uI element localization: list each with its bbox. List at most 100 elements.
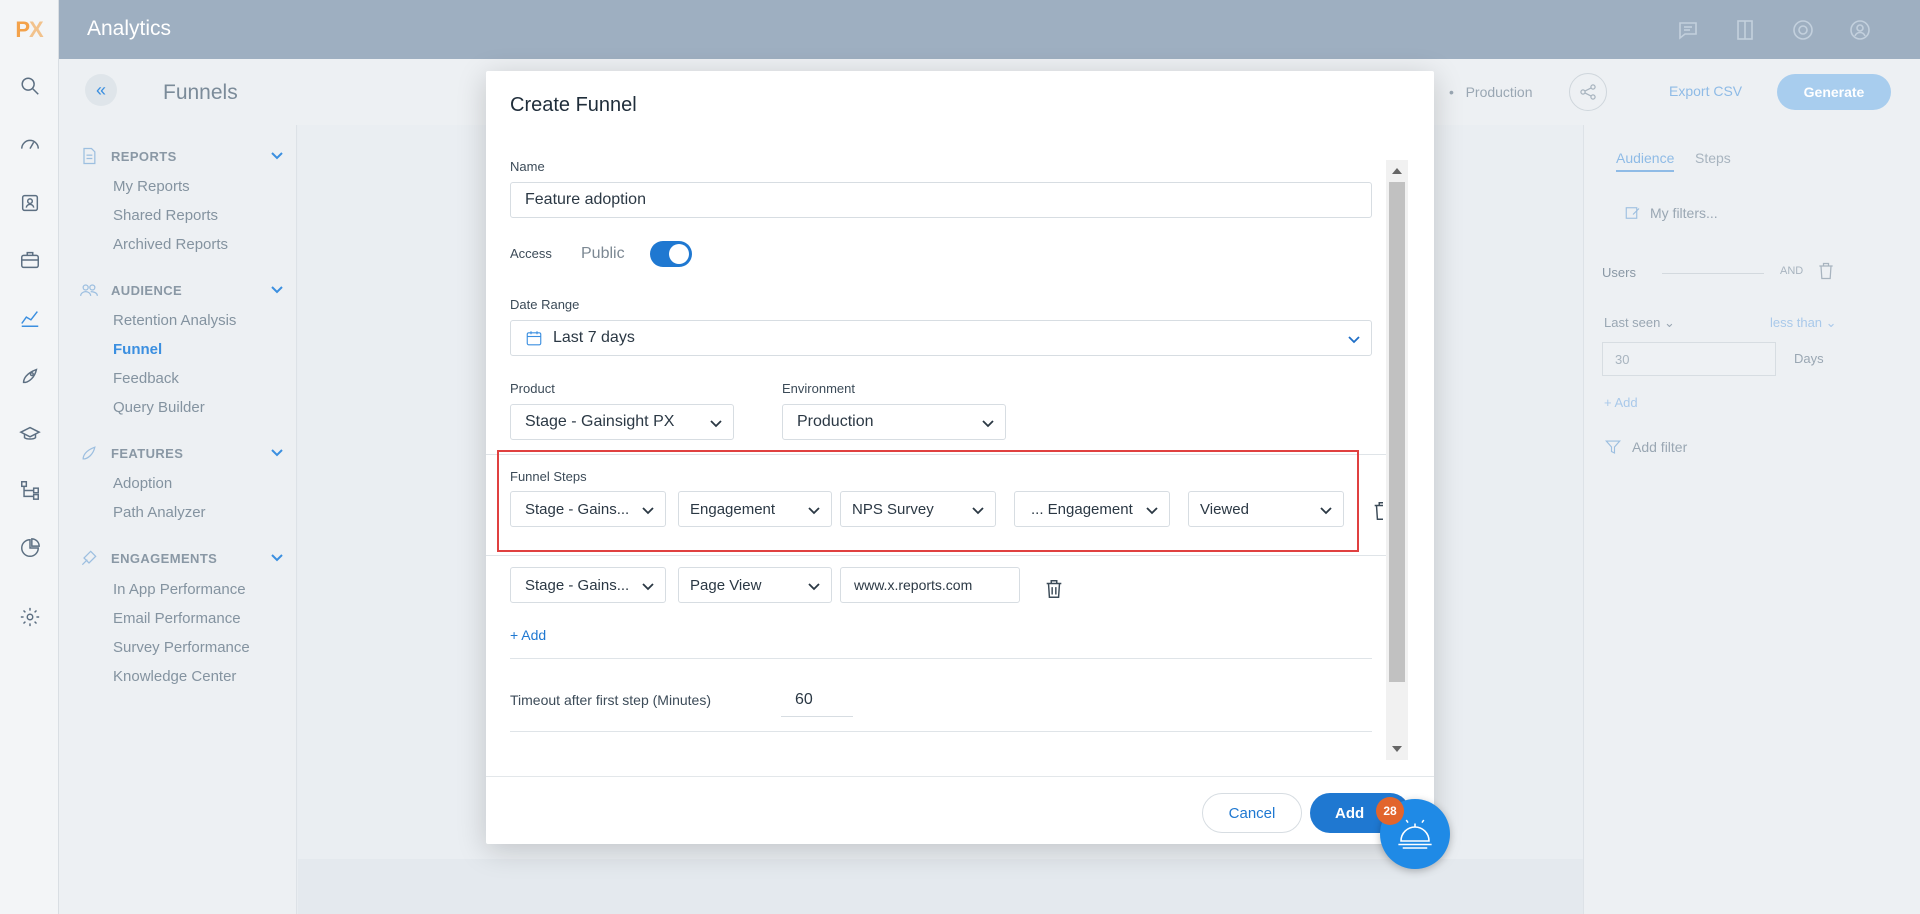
delete-step-icon[interactable] [1043, 577, 1067, 605]
my-filters-button[interactable]: My filters... [1624, 204, 1718, 222]
nav-item-adoption[interactable]: Adoption [113, 475, 172, 492]
step2-product-select[interactable]: Stage - Gains... [510, 567, 666, 603]
delete-step-icon[interactable] [1371, 499, 1383, 527]
top-header: Analytics [59, 0, 1920, 59]
page-title: Funnels [163, 81, 238, 104]
funnel-steps-label: Funnel Steps [510, 469, 587, 484]
trash-icon[interactable] [1816, 261, 1836, 281]
divider [486, 776, 1434, 777]
chevron-down-icon [981, 416, 995, 430]
nav-item-knowledge-center[interactable]: Knowledge Center [113, 668, 236, 685]
product-select[interactable]: Stage - Gainsight PX [510, 404, 734, 440]
less-than-dropdown[interactable]: less than ⌄ [1770, 315, 1837, 331]
nav-item-shared-reports[interactable]: Shared Reports [113, 207, 218, 224]
chat-icon[interactable] [1674, 16, 1702, 44]
dashboard-gauge-icon[interactable] [0, 125, 59, 165]
date-range-label: Date Range [510, 297, 580, 312]
last-seen-dropdown[interactable]: Last seen ⌄ [1604, 315, 1675, 331]
collapse-nav-button[interactable]: « [85, 74, 117, 106]
pie-chart-icon[interactable] [0, 528, 59, 568]
scroll-thumb[interactable] [1389, 182, 1405, 682]
modal-scrollbar[interactable] [1386, 160, 1408, 760]
book-icon[interactable] [1731, 16, 1759, 44]
step2-url-input[interactable]: www.x.reports.com [840, 567, 1020, 603]
chevron-down-icon [1347, 332, 1361, 346]
tab-steps[interactable]: Steps [1695, 150, 1731, 166]
nav-item-feedback[interactable]: Feedback [113, 370, 179, 387]
audience-people-icon [80, 284, 98, 296]
edit-icon [1625, 207, 1640, 219]
document-icon [83, 147, 96, 165]
timeout-label: Timeout after first step (Minutes) [510, 692, 711, 708]
settings-gear-icon[interactable] [0, 597, 59, 637]
nav-item-my-reports[interactable]: My Reports [113, 178, 190, 195]
and-operator[interactable]: AND [1780, 265, 1803, 277]
chevron-down-icon [709, 416, 723, 430]
step1-engagement-select[interactable]: NPS Survey [840, 491, 996, 527]
generate-button[interactable]: Generate [1777, 74, 1891, 110]
cancel-button[interactable]: Cancel [1202, 793, 1302, 833]
graduation-cap-icon[interactable] [0, 414, 59, 454]
days-label: Days [1794, 351, 1824, 366]
toggle-knob [669, 244, 689, 264]
icon-rail: PX [0, 0, 63, 914]
chevron-down-icon[interactable] [270, 550, 284, 564]
add-condition-link[interactable]: + Add [1604, 395, 1638, 410]
nav-item-archived-reports[interactable]: Archived Reports [113, 236, 228, 253]
briefcase-icon[interactable] [0, 240, 59, 280]
funnel-name-input[interactable]: Feature adoption [510, 182, 1372, 218]
analytics-chart-icon[interactable] [0, 298, 59, 338]
step1-event-select[interactable]: Viewed [1188, 491, 1344, 527]
nav-section-audience[interactable]: AUDIENCE [79, 280, 182, 300]
tab-audience[interactable]: Audience [1616, 150, 1675, 172]
chevron-down-icon[interactable] [270, 282, 284, 296]
days-value-input[interactable]: 30 [1602, 342, 1776, 376]
reports-nav: REPORTS My Reports Shared Reports Archiv… [59, 125, 297, 914]
export-csv-button[interactable]: Export CSV [1669, 83, 1742, 99]
access-label: Access [510, 246, 552, 261]
step1-type-select[interactable]: Engagement [678, 491, 832, 527]
date-range-select[interactable]: Last 7 days [510, 320, 1372, 356]
people-card-icon[interactable] [0, 183, 59, 223]
users-filter-label: Users [1602, 265, 1636, 280]
modal-title: Create Funnel [510, 94, 637, 116]
chevron-down-icon [807, 503, 821, 517]
scroll-down-arrow[interactable] [1392, 746, 1402, 752]
nav-section-features[interactable]: FEATURES [79, 443, 183, 463]
environment-label: Environment [782, 381, 855, 396]
nav-item-email-performance[interactable]: Email Performance [113, 610, 241, 627]
nav-item-retention-analysis[interactable]: Retention Analysis [113, 312, 236, 329]
filter-panel: Audience Steps My filters... Users AND L… [1583, 125, 1920, 914]
chevron-down-icon[interactable] [270, 445, 284, 459]
environment-select[interactable]: Production [782, 404, 1006, 440]
step1-engagement-subtype-select[interactable]: ... Engagement [1014, 491, 1170, 527]
search-icon[interactable] [0, 66, 59, 106]
chevron-down-icon[interactable] [270, 148, 284, 162]
nav-item-in-app-performance[interactable]: In App Performance [113, 581, 246, 598]
engagements-icon [81, 550, 97, 566]
chevron-down-icon [641, 579, 655, 593]
access-toggle[interactable] [650, 241, 692, 267]
user-profile-icon[interactable] [1846, 16, 1874, 44]
timeout-input[interactable]: 60 [781, 681, 853, 717]
nav-item-funnel[interactable]: Funnel [113, 341, 162, 358]
support-lifebuoy-icon[interactable] [1789, 16, 1817, 44]
nav-item-path-analyzer[interactable]: Path Analyzer [113, 504, 206, 521]
calendar-icon [525, 329, 543, 347]
nav-item-query-builder[interactable]: Query Builder [113, 399, 205, 416]
flow-tree-icon[interactable] [0, 470, 59, 510]
divider [1662, 273, 1764, 274]
nav-item-survey-performance[interactable]: Survey Performance [113, 639, 250, 656]
step1-product-select[interactable]: Stage - Gains... [510, 491, 666, 527]
features-rocket-icon [82, 446, 96, 460]
scroll-up-arrow[interactable] [1392, 168, 1402, 174]
add-filter-button[interactable]: Add filter [1604, 438, 1687, 456]
nav-section-reports[interactable]: REPORTS [79, 146, 177, 166]
share-button[interactable] [1569, 73, 1607, 111]
px-logo[interactable]: PX [0, 0, 58, 59]
nav-section-engagements[interactable]: ENGAGEMENTS [79, 548, 217, 568]
add-step-link[interactable]: + Add [510, 627, 546, 643]
step2-type-select[interactable]: Page View [678, 567, 832, 603]
chevron-down-icon [1319, 503, 1333, 517]
rocket-icon[interactable] [0, 356, 59, 396]
